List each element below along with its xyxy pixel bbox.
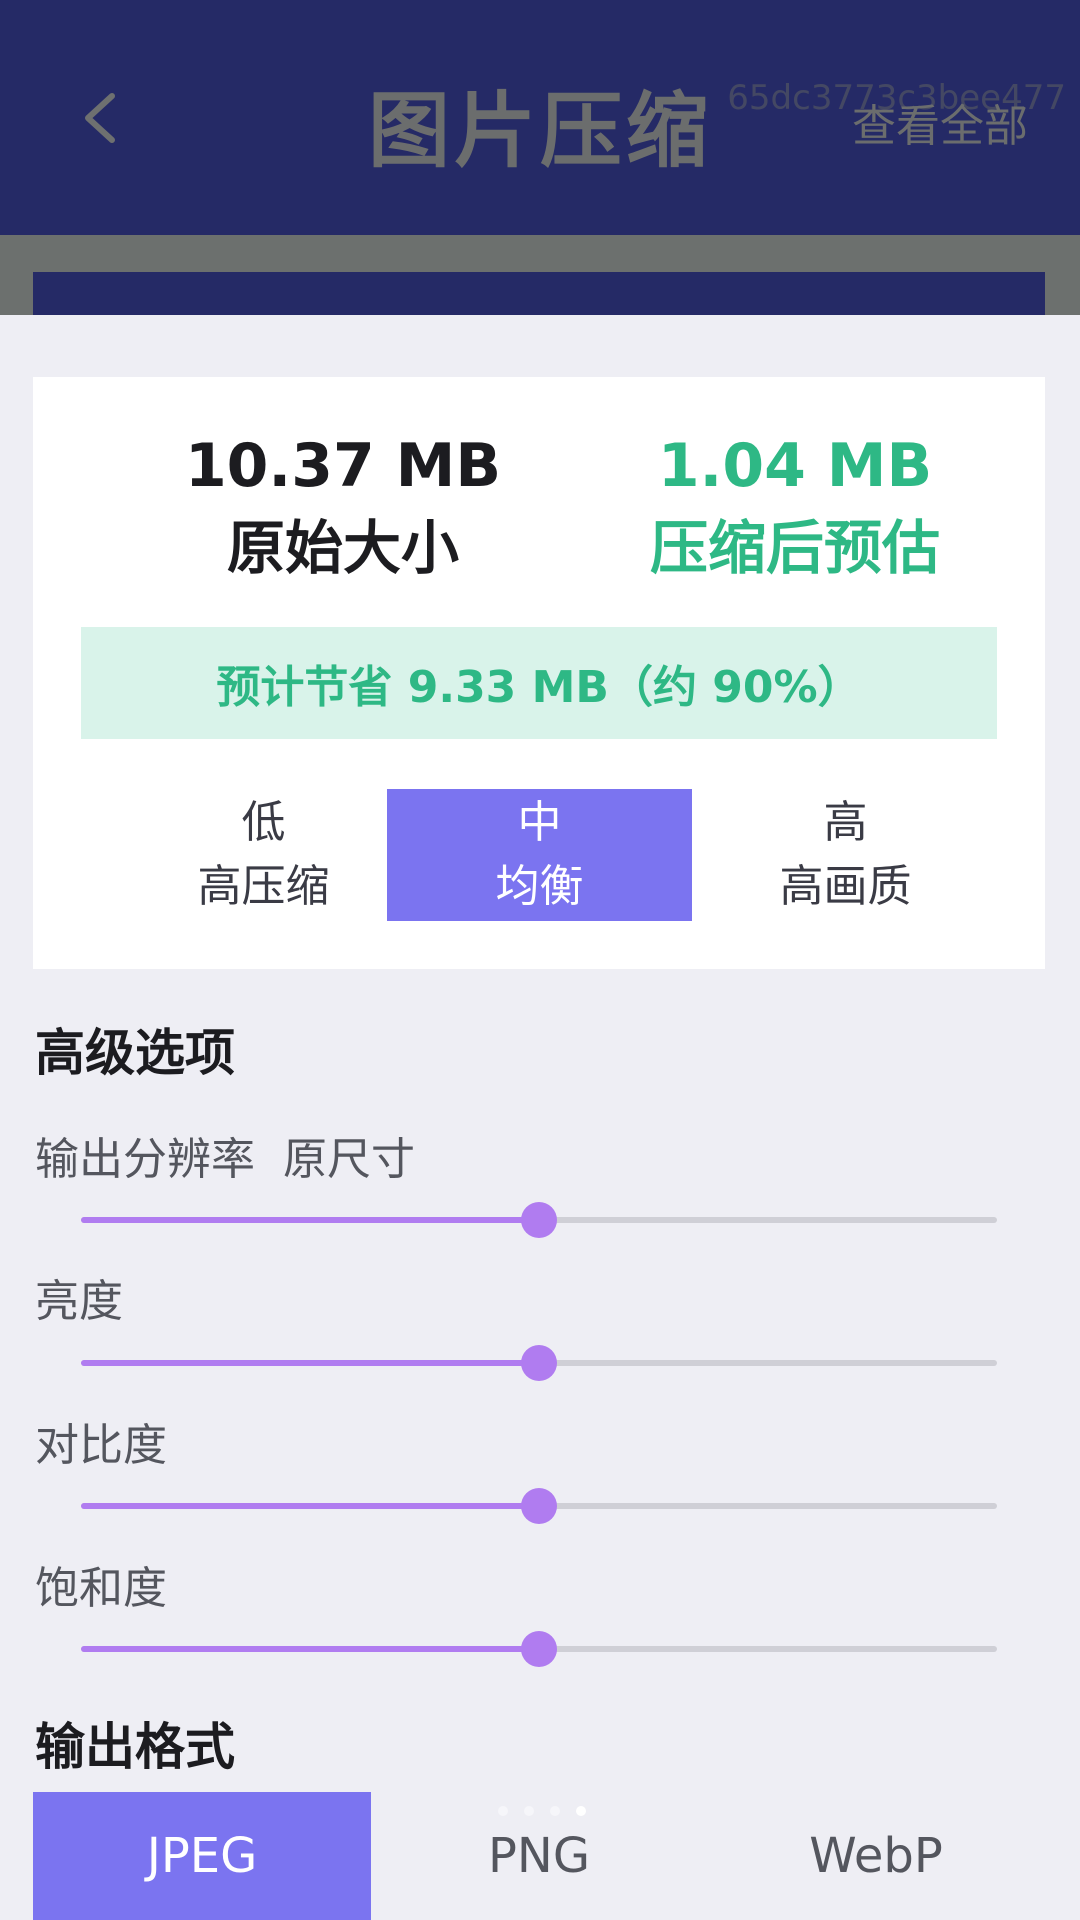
resolution-value: 原尺寸 xyxy=(282,1134,415,1185)
background-banner xyxy=(33,272,1045,315)
advanced-options-title: 高级选项 xyxy=(35,1024,235,1082)
app-bar: 图片压缩 65dc3773c3bee477 查看全部 xyxy=(0,0,1080,235)
resolution-slider[interactable] xyxy=(81,1202,997,1238)
quality-level-label: 低 xyxy=(241,797,286,848)
resolution-slider-label: 输出分辨率 原尺寸 xyxy=(35,1123,415,1187)
original-size-value: 10.37 MB xyxy=(184,431,502,501)
background-content xyxy=(0,235,1080,315)
view-all-button[interactable]: 查看全部 xyxy=(852,90,1028,154)
quality-selector: 低 高压缩 中 均衡 高 高画质 xyxy=(33,789,1045,921)
contrast-slider-label: 对比度 xyxy=(35,1420,167,1471)
brightness-slider-label: 亮度 xyxy=(35,1276,123,1327)
slider-fill xyxy=(81,1217,539,1223)
slider-thumb[interactable] xyxy=(521,1202,557,1238)
slider-thumb[interactable] xyxy=(521,1488,557,1524)
page-dot-active xyxy=(576,1806,586,1816)
saturation-slider-label: 饱和度 xyxy=(35,1563,167,1614)
savings-banner: 预计节省 9.33 MB（约 90%） xyxy=(81,627,997,739)
compressed-size-value: 1.04 MB xyxy=(657,431,933,501)
output-format-title: 输出格式 xyxy=(35,1718,235,1776)
slider-thumb[interactable] xyxy=(521,1631,557,1667)
saturation-slider[interactable] xyxy=(81,1631,997,1667)
quality-level-label: 高 xyxy=(823,797,868,848)
quality-option-medium[interactable]: 中 均衡 xyxy=(387,789,692,921)
original-size-block: 10.37 MB 原始大小 xyxy=(113,425,573,589)
compression-sheet: 10.37 MB 原始大小 1.04 MB 压缩后预估 预计节省 9.33 MB… xyxy=(0,315,1080,1920)
format-option-jpeg[interactable]: JPEG xyxy=(33,1792,371,1920)
page-dot xyxy=(498,1806,508,1816)
brightness-slider[interactable] xyxy=(81,1345,997,1381)
contrast-slider[interactable] xyxy=(81,1488,997,1524)
quality-desc-label: 高画质 xyxy=(779,861,912,912)
quality-option-high[interactable]: 高 高画质 xyxy=(693,789,998,921)
slider-fill xyxy=(81,1360,539,1366)
quality-option-low[interactable]: 低 高压缩 xyxy=(111,789,416,921)
compressed-size-label: 压缩后预估 xyxy=(649,514,940,582)
compressed-size-block: 1.04 MB 压缩后预估 xyxy=(565,425,1025,589)
resolution-label: 输出分辨率 xyxy=(35,1134,255,1185)
original-size-label: 原始大小 xyxy=(226,514,459,582)
page-dot xyxy=(524,1806,534,1816)
slider-fill xyxy=(81,1646,539,1652)
quality-level-label: 中 xyxy=(517,797,562,848)
page-dot xyxy=(550,1806,560,1816)
page-indicator xyxy=(498,1806,586,1816)
slider-thumb[interactable] xyxy=(521,1345,557,1381)
size-summary-card: 10.37 MB 原始大小 1.04 MB 压缩后预估 预计节省 9.33 MB… xyxy=(33,377,1045,969)
quality-desc-label: 高压缩 xyxy=(197,861,330,912)
quality-desc-label: 均衡 xyxy=(495,861,584,912)
slider-fill xyxy=(81,1503,539,1509)
format-option-webp[interactable]: WebP xyxy=(707,1792,1045,1920)
